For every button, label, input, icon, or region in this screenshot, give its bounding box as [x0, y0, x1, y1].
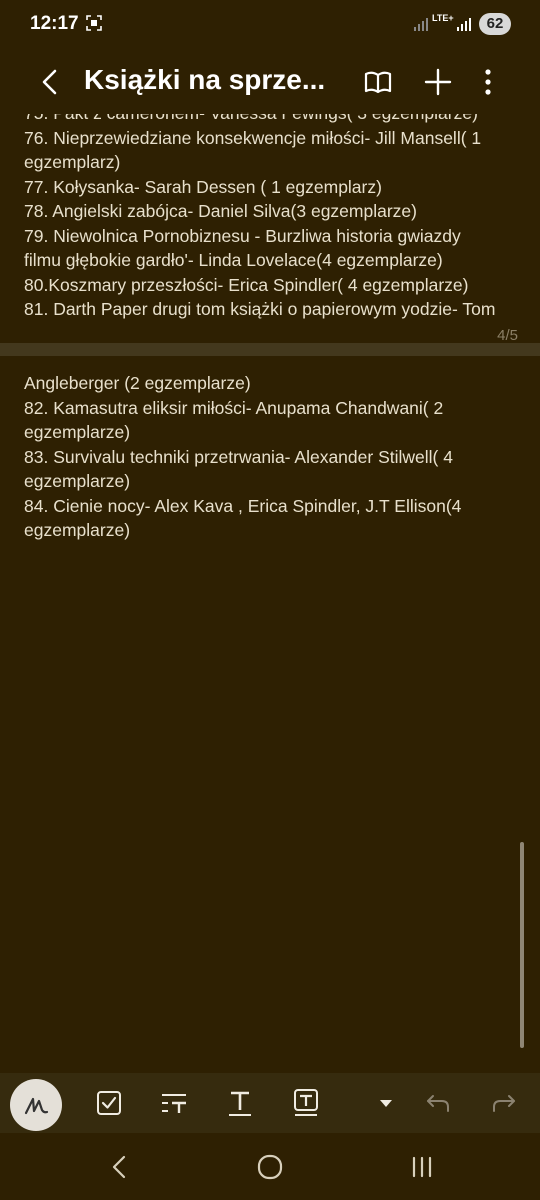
- text-line: 82. Kamasutra eliksir miłości- Anupama C…: [24, 397, 444, 418]
- undo-icon[interactable]: [420, 1085, 456, 1121]
- note-title[interactable]: Książki na sprze...: [84, 64, 336, 96]
- more-vert-icon[interactable]: [472, 66, 504, 98]
- text-line: 80.Koszmary przeszłości- Erica Spindler(…: [24, 274, 469, 295]
- text-line: 79. Niewolnica Pornobiznesu - Burzliwa h…: [24, 225, 461, 246]
- scrollbar[interactable]: [520, 842, 524, 1048]
- page-text[interactable]: Angleberger (2 egzemplarze) 82. Kamasutr…: [24, 371, 524, 543]
- back-nav-icon[interactable]: [106, 1153, 134, 1181]
- recents-nav-icon[interactable]: [408, 1153, 436, 1181]
- text-line: 78. Angielski zabójca- Daniel Silva(3 eg…: [24, 201, 417, 221]
- text-box-icon[interactable]: [288, 1085, 324, 1121]
- text-line: 84. Cienie nocy- Alex Kava , Erica Spind…: [24, 495, 462, 516]
- page-text[interactable]: 75. Pakt z cameronem- Vanessa Fewings( 3…: [24, 114, 524, 322]
- checkbox-icon[interactable]: [91, 1085, 127, 1121]
- battery-indicator: 62: [479, 13, 511, 35]
- text-line: filmu głębokie gardło'- Linda Lovelace(4…: [24, 250, 443, 270]
- text-line: Angleberger (2 egzemplarze): [24, 373, 251, 393]
- text-line: 83. Survivalu techniki przetrwania- Alex…: [24, 446, 453, 467]
- status-bar: 12:17 LTE+ 62: [0, 0, 540, 50]
- note-page-5[interactable]: Angleberger (2 egzemplarze) 82. Kamasutr…: [0, 356, 540, 1076]
- note-page-4[interactable]: 75. Pakt z cameronem- Vanessa Fewings( 3…: [0, 114, 540, 343]
- pen-icon: [24, 1097, 49, 1115]
- page-number: 4/5: [497, 327, 518, 343]
- signal-icon: [414, 18, 428, 31]
- back-arrow-icon[interactable]: [36, 66, 64, 98]
- app-toolbar: Książki na sprze...: [0, 50, 540, 114]
- text-line: egzemplarze): [24, 422, 131, 442]
- network-type: LTE+: [432, 13, 454, 23]
- text-line: 81. Darth Paper drugi tom książki o papi…: [24, 299, 496, 319]
- text-style-icon[interactable]: [156, 1085, 192, 1121]
- text-line: 75. Pakt z cameronem- Vanessa Fewings( 3…: [24, 114, 524, 126]
- system-nav-bar: [0, 1133, 540, 1200]
- text-format-icon[interactable]: [222, 1085, 258, 1121]
- pen-mode-button[interactable]: [10, 1079, 62, 1131]
- book-icon[interactable]: [362, 66, 394, 98]
- home-nav-icon[interactable]: [256, 1153, 284, 1181]
- plus-icon[interactable]: [422, 66, 454, 98]
- editing-toolbar: [0, 1073, 540, 1133]
- signal-strength-icon: [457, 18, 471, 31]
- status-time: 12:17: [30, 13, 79, 34]
- text-line: egzemplarz): [24, 152, 121, 172]
- redo-icon[interactable]: [486, 1085, 522, 1121]
- text-line: egzemplarze): [24, 471, 131, 491]
- dropdown-icon[interactable]: [368, 1085, 404, 1121]
- text-line: egzemplarze): [24, 520, 131, 540]
- screen-record-icon: [86, 15, 102, 31]
- text-line: 77. Kołysanka- Sarah Dessen ( 1 egzempla…: [24, 176, 382, 197]
- page-divider: [0, 343, 540, 356]
- text-line: 76. Nieprzewiedziane konsekwencje miłośc…: [24, 127, 482, 148]
